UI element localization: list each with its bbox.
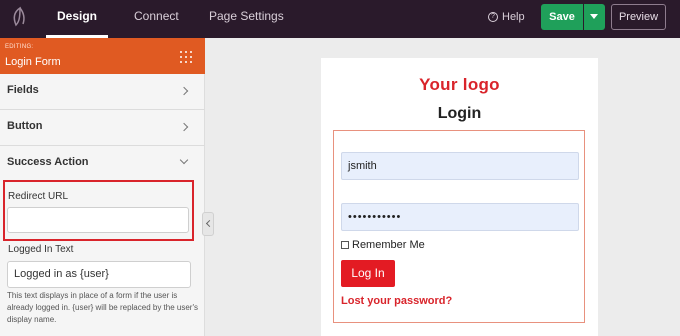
save-dropdown-button[interactable]: [584, 4, 605, 30]
password-field[interactable]: •••••••••••: [341, 203, 579, 231]
chevron-right-icon: [179, 122, 189, 132]
remember-label: Remember Me: [352, 239, 425, 251]
redirect-url-label: Redirect URL: [8, 191, 69, 202]
login-heading: Login: [437, 105, 482, 122]
logged-in-help-text: This text displays in place of a form if…: [7, 291, 198, 324]
drag-handle-icon[interactable]: [180, 51, 192, 63]
section-success-action[interactable]: Success Action: [0, 146, 205, 182]
tab-design[interactable]: Design: [46, 0, 108, 38]
section-fields[interactable]: Fields: [0, 74, 205, 110]
collapse-panel-button[interactable]: [202, 212, 214, 236]
editing-label: EDITING:: [5, 44, 34, 50]
remember-me[interactable]: Remember Me: [341, 239, 425, 251]
lost-password-link[interactable]: Lost your password?: [341, 295, 452, 307]
save-button[interactable]: Save: [541, 4, 583, 30]
preview-button[interactable]: Preview: [611, 4, 666, 30]
site-logo[interactable]: Your logo: [321, 75, 598, 95]
log-in-button[interactable]: Log In: [341, 260, 395, 287]
editing-header: EDITING: Login Form: [0, 38, 205, 74]
settings-panel: EDITING: Login Form Fields Button Succes…: [0, 38, 205, 336]
section-label: Fields: [7, 84, 39, 96]
logged-in-text-label: Logged In Text: [8, 244, 74, 255]
chevron-right-icon: [179, 86, 189, 96]
section-label: Button: [7, 120, 43, 132]
top-bar: Design Connect Page Settings ? Help Save…: [0, 0, 680, 38]
section-label: Success Action: [7, 156, 89, 168]
help-circle-icon: ?: [488, 12, 498, 22]
panel-title: Login Form: [5, 56, 61, 68]
preview-canvas: Your logo Login jsmith ••••••••••• Remem…: [321, 58, 598, 336]
chevron-down-icon: [179, 155, 189, 165]
section-button[interactable]: Button: [0, 110, 205, 146]
redirect-url-input[interactable]: [7, 207, 189, 233]
tab-page-settings[interactable]: Page Settings: [209, 0, 284, 38]
remember-checkbox[interactable]: [341, 241, 349, 249]
help-label: Help: [502, 11, 525, 23]
logged-in-text-input[interactable]: Logged in as {user}: [7, 261, 191, 288]
login-form-module[interactable]: jsmith ••••••••••• Remember Me Log In Lo…: [333, 130, 585, 323]
tab-connect[interactable]: Connect: [134, 0, 179, 38]
username-field[interactable]: jsmith: [341, 152, 579, 180]
help-link[interactable]: ? Help: [488, 11, 525, 23]
app-logo-icon[interactable]: [8, 5, 32, 29]
